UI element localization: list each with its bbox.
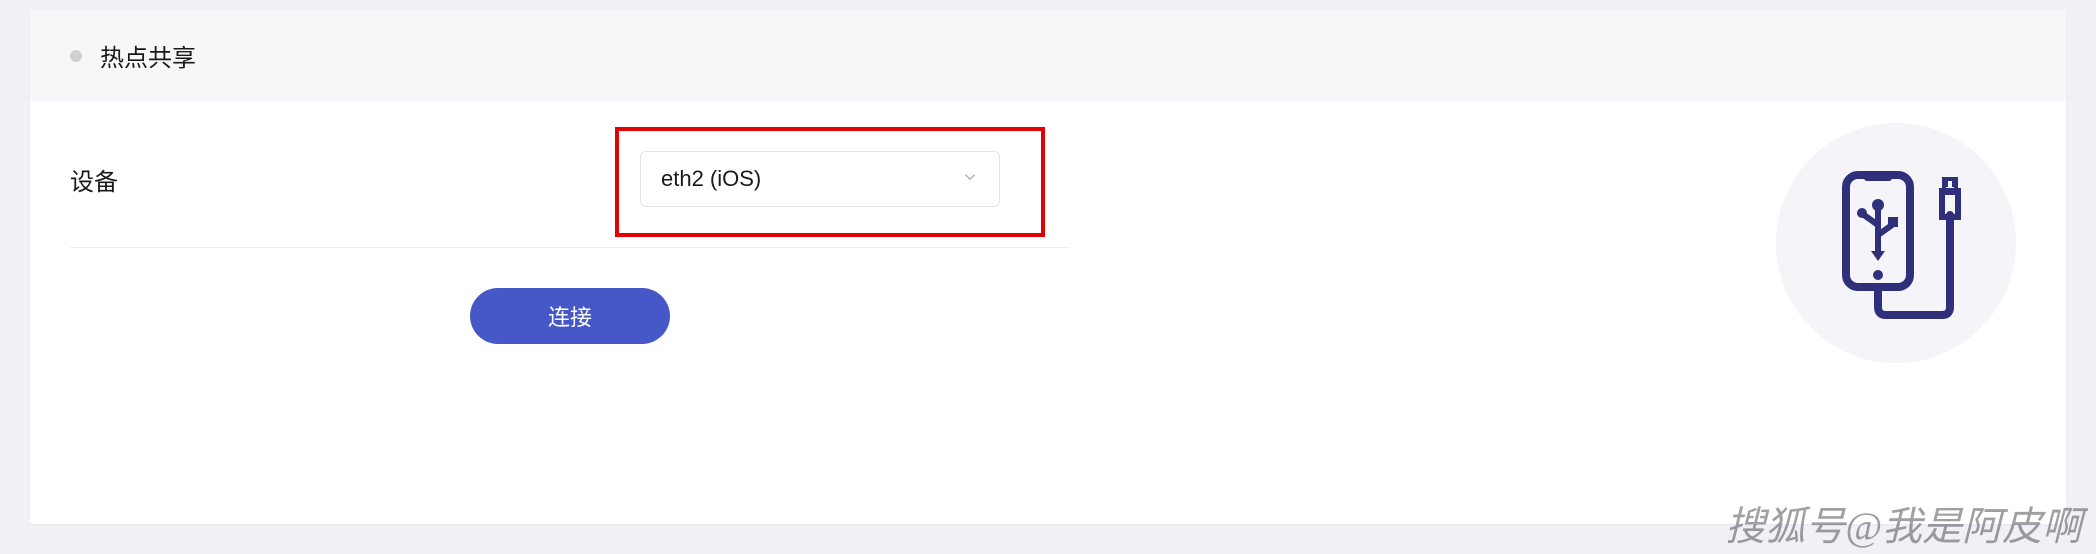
- button-row: 连接: [70, 288, 1070, 344]
- chevron-down-icon: [961, 168, 979, 191]
- status-indicator-icon: [70, 50, 82, 62]
- card-title: 热点共享: [100, 38, 196, 73]
- device-label: 设备: [70, 162, 640, 197]
- usb-phone-icon: [1816, 163, 1976, 323]
- hotspot-sharing-card: 热点共享 设备 eth2 (iOS) 连接: [30, 10, 2066, 524]
- connect-button-label: 连接: [548, 300, 592, 332]
- device-select[interactable]: eth2 (iOS): [640, 151, 1000, 207]
- card-header: 热点共享: [30, 10, 2066, 101]
- card-body: 设备 eth2 (iOS) 连接: [30, 101, 2066, 384]
- device-select-value: eth2 (iOS): [661, 166, 961, 192]
- connect-button[interactable]: 连接: [470, 288, 670, 344]
- device-field-row: 设备 eth2 (iOS): [70, 151, 1070, 248]
- device-select-wrap: eth2 (iOS): [640, 151, 1000, 207]
- usb-tethering-illustration: [1776, 123, 2016, 363]
